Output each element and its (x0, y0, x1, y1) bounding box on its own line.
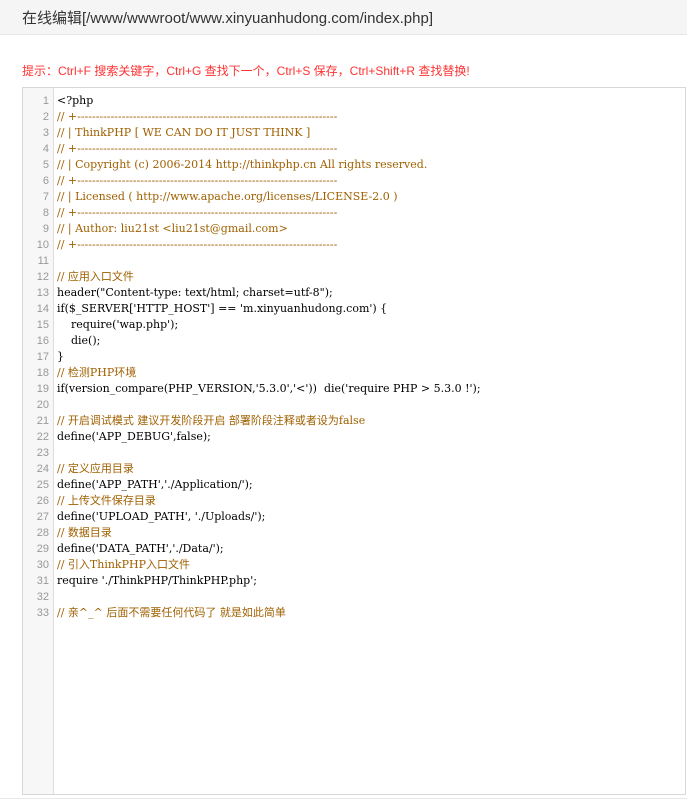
line-number: 17 (36, 351, 49, 363)
dialog-title-bar: 在线编辑[/www/wwwroot/www.xinyuanhudong.com/… (0, 0, 687, 35)
line-number: 10 (36, 239, 49, 251)
code-line[interactable]: if($_SERVER['HTTP_HOST'] == 'm.xinyuanhu… (57, 301, 517, 317)
line-number: 27 (36, 511, 49, 523)
code-line[interactable]: <?php (57, 93, 517, 109)
code-line[interactable]: // | Licensed ( http://www.apache.org/li… (57, 189, 517, 205)
line-number: 16 (36, 335, 49, 347)
code-line[interactable]: // 引入ThinkPHP入口文件 (57, 557, 517, 573)
line-number: 25 (36, 479, 49, 491)
line-number: 32 (36, 591, 49, 603)
line-number: 33 (36, 607, 49, 619)
line-number: 6 (42, 175, 49, 187)
line-number: 1 (42, 95, 49, 107)
line-number: 18 (36, 367, 49, 379)
code-line[interactable]: define('APP_PATH','./Application/'); (57, 477, 517, 493)
code-line[interactable]: // 开启调试模式 建议开发阶段开启 部署阶段注释或者设为false (57, 413, 517, 429)
code-line[interactable]: require './ThinkPHP/ThinkPHP.php'; (57, 573, 517, 589)
line-number: 20 (36, 399, 49, 411)
line-number: 13 (36, 287, 49, 299)
code-line[interactable]: define('DATA_PATH','./Data/'); (57, 541, 517, 557)
code-line[interactable]: die(); (57, 333, 517, 349)
code-line[interactable]: // 亲^_^ 后面不需要任何代码了 就是如此简单 (57, 605, 517, 621)
code-line[interactable]: // +------------------------------------… (57, 141, 517, 157)
code-line[interactable]: // 定义应用目录 (57, 461, 517, 477)
line-number: 3 (42, 127, 49, 139)
code-line[interactable]: // +------------------------------------… (57, 109, 517, 125)
code-line[interactable]: // +------------------------------------… (57, 173, 517, 189)
code-line[interactable]: // 上传文件保存目录 (57, 493, 517, 509)
code-line[interactable]: // 检测PHP环境 (57, 365, 517, 381)
dialog-title: 在线编辑[/www/wwwroot/www.xinyuanhudong.com/… (22, 10, 433, 27)
line-number: 11 (37, 255, 49, 267)
line-number: 12 (36, 271, 49, 283)
code-line[interactable]: // | Author: liu21st <liu21st@gmail.com> (57, 221, 517, 237)
line-number: 15 (36, 319, 49, 331)
line-number: 29 (36, 543, 49, 555)
code-line[interactable]: // 数据目录 (57, 525, 517, 541)
line-number-gutter: 1 2 3 4 5 6 7 8 9 10 11 12 13 14 15 16 17 18 19 20 21 22 23 24 2… (23, 88, 54, 794)
code-line[interactable]: require('wap.php'); (57, 317, 517, 333)
line-number: 26 (36, 495, 49, 507)
line-number: 5 (42, 159, 49, 171)
code-line[interactable] (57, 397, 517, 413)
line-number: 21 (36, 415, 49, 427)
line-number: 7 (42, 191, 49, 203)
code-line[interactable]: // | ThinkPHP [ WE CAN DO IT JUST THINK … (57, 125, 517, 141)
code-line[interactable] (57, 589, 517, 605)
code-line[interactable]: // +------------------------------------… (57, 205, 517, 221)
line-number: 23 (36, 447, 49, 459)
line-number: 22 (36, 431, 49, 443)
line-number: 8 (42, 207, 49, 219)
bottom-divider (0, 798, 687, 799)
code-editor[interactable]: 1 2 3 4 5 6 7 8 9 10 11 12 13 14 15 16 17 18 19 20 21 22 23 24 2… (22, 87, 686, 795)
code-line[interactable] (57, 253, 517, 269)
code-line[interactable]: // | Copyright (c) 2006-2014 http://thin… (57, 157, 517, 173)
line-number: 28 (36, 527, 49, 539)
shortcut-hint: 提示：Ctrl+F 搜索关键字，Ctrl+G 查找下一个，Ctrl+S 保存，C… (22, 64, 470, 78)
line-number: 30 (36, 559, 49, 571)
code-line[interactable]: } (57, 349, 517, 365)
code-line[interactable] (57, 445, 517, 461)
line-number: 2 (42, 111, 49, 123)
code-line[interactable]: define('UPLOAD_PATH', './Uploads/'); (57, 509, 517, 525)
line-number: 4 (42, 143, 49, 155)
line-number: 9 (42, 223, 49, 235)
code-line[interactable]: header("Content-type: text/html; charset… (57, 285, 517, 301)
line-number: 19 (36, 383, 49, 395)
code-line[interactable]: // 应用入口文件 (57, 269, 517, 285)
code-line[interactable]: // +------------------------------------… (57, 237, 517, 253)
line-number: 24 (36, 463, 49, 475)
code-line[interactable]: if(version_compare(PHP_VERSION,'5.3.0','… (57, 381, 517, 397)
line-number: 14 (36, 303, 49, 315)
line-number: 31 (36, 575, 49, 587)
code-line[interactable]: define('APP_DEBUG',false); (57, 429, 517, 445)
